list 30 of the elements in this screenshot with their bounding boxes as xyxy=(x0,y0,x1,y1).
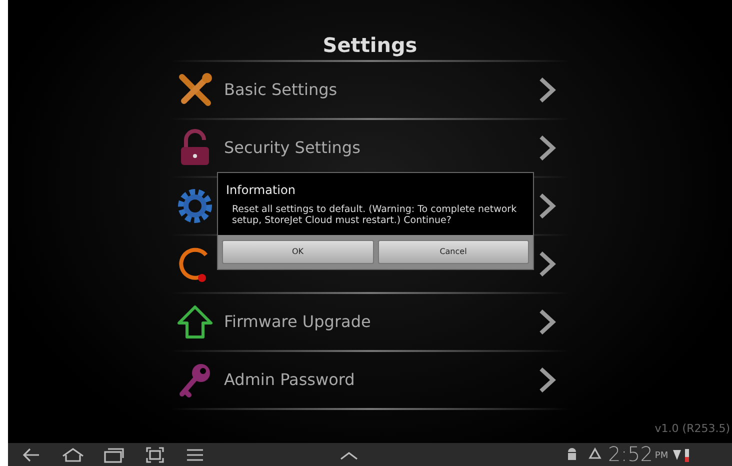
settings-row[interactable]: Basic Settings xyxy=(170,62,570,118)
menu-icon[interactable] xyxy=(186,446,204,462)
screen-title: Settings xyxy=(322,32,418,59)
recent-apps-icon[interactable] xyxy=(104,446,124,462)
row-label: Basic Settings xyxy=(224,79,338,101)
settings-row[interactable]: Admin Password xyxy=(170,352,570,408)
settings-row[interactable]: Firmware Upgrade xyxy=(170,294,570,350)
settings-row[interactable]: Security Settings xyxy=(170,120,570,176)
dialog-message: Reset all settings to default. (Warning: To complete network setup, StoreJet Cloud must restart.) Continue? xyxy=(231,203,518,228)
clock-ampm: PM xyxy=(654,450,668,463)
clock-time: 2:52 xyxy=(608,443,653,466)
ok-button[interactable]: OK xyxy=(222,240,374,264)
chevron-icon xyxy=(538,366,556,394)
cancel-button[interactable]: Cancel xyxy=(378,240,529,264)
chevron-icon xyxy=(538,134,556,162)
battery-icon[interactable] xyxy=(684,446,690,462)
version-text: v1.0 (R253.5) xyxy=(654,420,731,436)
dialog-title: Information xyxy=(225,182,296,199)
gear-icon xyxy=(176,187,214,225)
row-label: Firmware Upgrade xyxy=(224,311,372,333)
row-label: Admin Password xyxy=(224,369,356,391)
row-label: Security Settings xyxy=(224,137,362,159)
back-icon[interactable] xyxy=(22,446,40,462)
chevron-icon xyxy=(538,76,556,104)
chevron-icon xyxy=(538,250,556,278)
home-icon[interactable] xyxy=(62,446,84,462)
house-arrow-icon xyxy=(176,303,214,341)
chevron-icon xyxy=(538,308,556,336)
screenshot-icon[interactable] xyxy=(146,446,164,462)
chevron-icon xyxy=(538,192,556,220)
